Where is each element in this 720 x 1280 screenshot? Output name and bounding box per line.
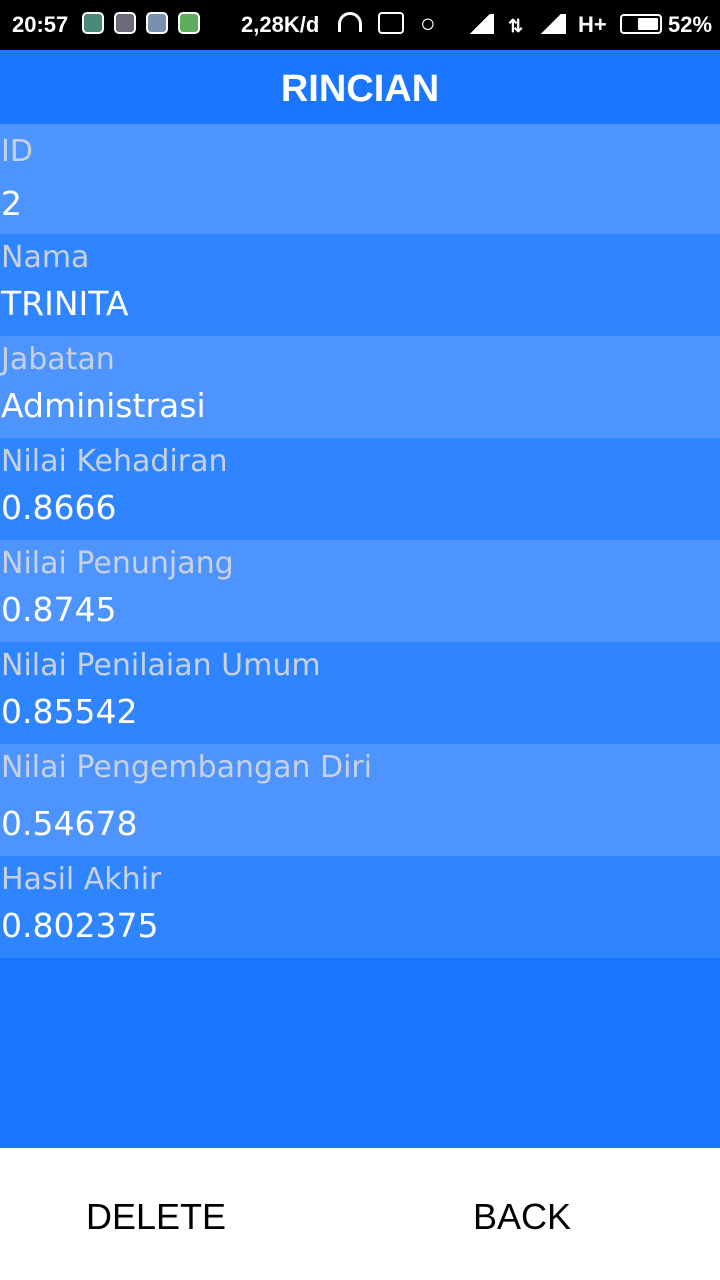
field-label: ID (1, 134, 33, 169)
vibrate-off-icon (378, 12, 404, 34)
field-value: 0.8745 (1, 590, 117, 629)
status-time: 20:57 (12, 12, 69, 37)
battery-icon (620, 14, 662, 34)
field-label: Nilai Pengembangan Diri (1, 750, 373, 785)
field-id: ID 2 (0, 124, 720, 234)
field-value: Administrasi (1, 386, 206, 425)
browser-notification-icon (146, 12, 168, 34)
field-label: Nilai Kehadiran (1, 444, 228, 479)
delete-button[interactable]: DELETE (0, 1192, 336, 1242)
field-label: Nilai Penunjang (1, 546, 234, 581)
battery-percent: 52% (668, 12, 713, 37)
wifi-icon: ○ (420, 8, 436, 38)
field-jabatan: Jabatan Administrasi (0, 336, 720, 438)
bottom-action-bar: DELETE BACK (0, 1148, 720, 1280)
back-button[interactable]: BACK (342, 1192, 702, 1242)
field-label: Nilai Penilaian Umum (1, 648, 321, 683)
field-value: 0.54678 (1, 804, 138, 843)
signal-icon (466, 14, 494, 34)
android-notification-icon (178, 12, 200, 34)
app-bar: RINCIAN (0, 50, 720, 124)
field-value: 0.802375 (1, 906, 159, 945)
field-nama: Nama TRINITA (0, 234, 720, 336)
field-label: Nama (1, 240, 90, 275)
headset-icon (338, 12, 362, 32)
field-nilai-kehadiran: Nilai Kehadiran 0.8666 (0, 438, 720, 540)
app-notification-icon (114, 12, 136, 34)
network-speed: 2,28K/d (241, 12, 320, 37)
field-value: 0.8666 (1, 488, 117, 527)
shield-notification-icon (82, 12, 104, 34)
network-type: H+ (578, 12, 607, 37)
field-value: TRINITA (1, 284, 129, 323)
detail-list: ID 2 Nama TRINITA Jabatan Administrasi N… (0, 124, 720, 1148)
field-nilai-penilaian-umum: Nilai Penilaian Umum 0.85542 (0, 642, 720, 744)
field-label: Jabatan (1, 342, 115, 377)
page-title: RINCIAN (280, 68, 440, 110)
signal-icon (536, 14, 566, 34)
battery-fill (638, 18, 658, 30)
field-nilai-pengembangan-diri: Nilai Pengembangan Diri 0.54678 (0, 744, 720, 856)
field-label: Hasil Akhir (1, 862, 162, 897)
field-value: 2 (1, 184, 22, 223)
data-transfer-icon: ⇅ (508, 16, 524, 36)
field-value: 0.85542 (1, 692, 138, 731)
field-nilai-penunjang: Nilai Penunjang 0.8745 (0, 540, 720, 642)
status-bar: 20:57 2,28K/d ○ ⇅ H+ 52% (0, 0, 720, 50)
field-hasil-akhir: Hasil Akhir 0.802375 (0, 856, 720, 958)
